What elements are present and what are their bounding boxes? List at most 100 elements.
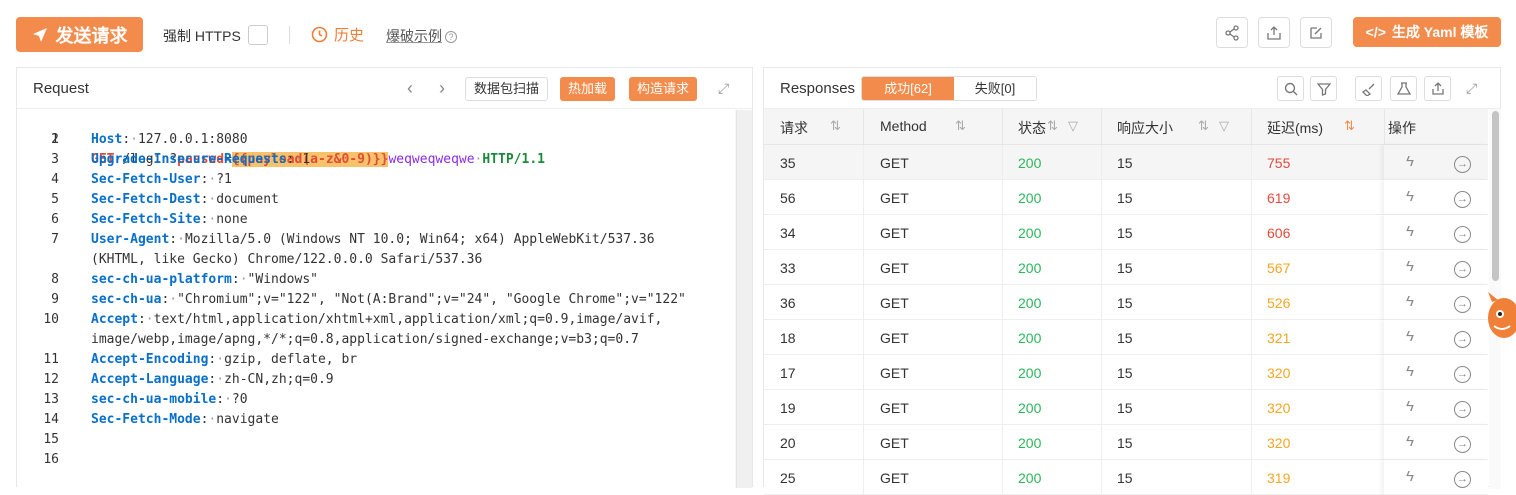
line-number: 15 bbox=[43, 432, 59, 447]
build-request-button[interactable]: 构造请求 bbox=[629, 77, 698, 101]
code-line-wrap: image/webp,image/apng,*/*;q=0.8,applicat… bbox=[17, 330, 735, 350]
lightning-icon[interactable]: ϟ bbox=[1406, 328, 1414, 345]
col-method[interactable]: Method bbox=[880, 118, 927, 134]
sort-icon[interactable]: ⇅ bbox=[1047, 118, 1058, 134]
search-button[interactable] bbox=[1277, 76, 1304, 101]
header-name: sec-ch-ua bbox=[91, 292, 162, 307]
sort-icon[interactable]: ⇅ bbox=[955, 118, 966, 134]
cell-divider bbox=[1002, 460, 1003, 495]
brute-example-link[interactable]: 爆破示例? bbox=[386, 26, 457, 46]
header-value: ?1 bbox=[216, 172, 232, 187]
arrow-circle-icon[interactable]: → bbox=[1454, 224, 1471, 243]
header-value-cont: (KHTML, like Gecko) Chrome/122.0.0.0 Saf… bbox=[91, 252, 483, 267]
arrow-circle-icon[interactable]: → bbox=[1454, 294, 1471, 313]
header-name: Sec-Fetch-Site bbox=[91, 212, 201, 227]
expand-icon[interactable]: ⤢ bbox=[718, 80, 729, 97]
table-row[interactable]: 33 GET 200 15 567 ϟ → bbox=[764, 250, 1488, 285]
col-request[interactable]: 请求 bbox=[780, 118, 808, 138]
lightning-icon[interactable]: ϟ bbox=[1406, 363, 1414, 380]
force-https-checkbox[interactable] bbox=[248, 25, 268, 45]
arrow-circle-icon[interactable]: → bbox=[1454, 154, 1471, 173]
table-row[interactable]: 36 GET 200 15 526 ϟ → bbox=[764, 285, 1488, 320]
arrow-circle-icon[interactable]: → bbox=[1454, 259, 1471, 278]
send-icon bbox=[32, 27, 47, 42]
arrow-circle-icon[interactable]: → bbox=[1454, 469, 1471, 488]
header-value: gzip, deflate, br bbox=[224, 352, 358, 367]
lightning-icon[interactable]: ϟ bbox=[1406, 223, 1414, 240]
table-row[interactable]: 25 GET 200 15 319 ϟ → bbox=[764, 460, 1488, 495]
cell-divider bbox=[1101, 145, 1102, 180]
cell-divider bbox=[1101, 355, 1102, 390]
code-line: 7 User-Agent:·Mozilla/5.0 (Windows NT 10.… bbox=[17, 230, 735, 250]
sort-active-icon[interactable]: ⇅ bbox=[1344, 118, 1355, 134]
code-area[interactable]: 1 GET·/login?passwd={{payload(a-z&0-9)}}… bbox=[17, 110, 735, 488]
broom-icon bbox=[1361, 83, 1374, 96]
line-number: 2 bbox=[51, 132, 59, 147]
arrow-circle-icon[interactable]: → bbox=[1454, 364, 1471, 383]
hot-load-button[interactable]: 热加载 bbox=[560, 77, 616, 101]
send-request-button[interactable]: 发送请求 bbox=[16, 17, 143, 52]
table-row[interactable]: 20 GET 200 15 320 ϟ → bbox=[764, 425, 1488, 460]
cell-request-id: 20 bbox=[780, 435, 796, 451]
next-arrow-icon[interactable]: › bbox=[439, 78, 445, 99]
arrow-circle-icon[interactable]: → bbox=[1454, 189, 1471, 208]
arrow-circle-icon[interactable]: → bbox=[1454, 399, 1471, 418]
packet-scan-button[interactable]: 数据包扫描 bbox=[465, 77, 549, 101]
table-row[interactable]: 18 GET 200 15 321 ϟ → bbox=[764, 320, 1488, 355]
clear-button[interactable] bbox=[1355, 76, 1382, 101]
edit-button[interactable] bbox=[1300, 17, 1332, 48]
help-icon: ? bbox=[445, 31, 457, 43]
table-row[interactable]: 56 GET 200 15 619 ϟ → bbox=[764, 180, 1488, 215]
col-actions: 操作 bbox=[1388, 120, 1416, 136]
prev-arrow-icon[interactable]: ‹ bbox=[407, 78, 413, 99]
cell-divider bbox=[1002, 215, 1003, 250]
header-line: sec-ch-ua-platform:·"Windows" bbox=[91, 272, 318, 287]
col-size[interactable]: 响应大小 bbox=[1117, 118, 1173, 138]
editor-scrollbar[interactable] bbox=[736, 110, 752, 488]
clock-icon bbox=[311, 26, 328, 43]
export-button[interactable] bbox=[1258, 17, 1290, 48]
lightning-icon[interactable]: ϟ bbox=[1406, 258, 1414, 275]
sort-icon[interactable]: ⇅ bbox=[1198, 118, 1209, 134]
lightning-icon[interactable]: ϟ bbox=[1406, 293, 1414, 310]
history-button[interactable]: 历史 bbox=[311, 24, 364, 45]
table-row[interactable]: 19 GET 200 15 320 ϟ → bbox=[764, 390, 1488, 425]
cell-size: 15 bbox=[1117, 400, 1133, 416]
request-editor[interactable]: 1 GET·/login?passwd={{payload(a-z&0-9)}}… bbox=[17, 110, 752, 488]
col-delay[interactable]: 延迟(ms) bbox=[1267, 118, 1323, 138]
cell-divider bbox=[1101, 390, 1102, 425]
arrow-circle-icon[interactable]: → bbox=[1454, 329, 1471, 348]
table-row[interactable]: 34 GET 200 15 606 ϟ → bbox=[764, 215, 1488, 250]
col-status[interactable]: 状态 bbox=[1018, 118, 1046, 138]
arrow-circle-icon[interactable]: → bbox=[1454, 434, 1471, 453]
sort-icon[interactable]: ⇅ bbox=[830, 118, 841, 134]
lightning-icon[interactable]: ϟ bbox=[1406, 468, 1414, 485]
filter-button[interactable] bbox=[1310, 76, 1337, 101]
cell-divider bbox=[1251, 250, 1252, 285]
tab-fail[interactable]: 失败[0] bbox=[954, 77, 1036, 100]
scroll-thumb[interactable] bbox=[1492, 111, 1499, 281]
filter-icon[interactable]: ▽ bbox=[1068, 118, 1078, 134]
request-panel: Request ‹ › 数据包扫描 热加载 构造请求 ⤢ 1 GET·/logi… bbox=[16, 67, 753, 488]
code-line: 14 Sec-Fetch-Mode:·navigate bbox=[17, 410, 735, 430]
code-line: 5 Sec-Fetch-Dest:·document bbox=[17, 190, 735, 210]
header-line: Accept:·text/html,application/xhtml+xml,… bbox=[91, 312, 663, 327]
filter-icon[interactable]: ▽ bbox=[1219, 118, 1229, 134]
table-row[interactable]: 35 GET 200 15 755 ϟ → bbox=[764, 145, 1488, 180]
lightning-icon[interactable]: ϟ bbox=[1406, 153, 1414, 170]
header-value: "Windows" bbox=[247, 272, 318, 287]
header-line: Accept-Encoding:·gzip, deflate, br bbox=[91, 352, 358, 367]
export-results-button[interactable] bbox=[1424, 76, 1451, 101]
lightning-icon[interactable]: ϟ bbox=[1406, 188, 1414, 205]
cell-request-id: 18 bbox=[780, 330, 796, 346]
share-button[interactable] bbox=[1216, 17, 1248, 48]
expand-icon[interactable]: ⤢ bbox=[1466, 80, 1477, 97]
table-row[interactable]: 17 GET 200 15 320 ϟ → bbox=[764, 355, 1488, 390]
lightning-icon[interactable]: ϟ bbox=[1406, 398, 1414, 415]
flask-icon bbox=[1396, 81, 1411, 95]
generate-yaml-button[interactable]: </> 生成 Yaml 模板 bbox=[1353, 17, 1501, 47]
tab-success[interactable]: 成功[62] bbox=[862, 77, 954, 100]
test-button[interactable] bbox=[1390, 76, 1417, 101]
lightning-icon[interactable]: ϟ bbox=[1406, 433, 1414, 450]
mascot-icon[interactable] bbox=[1480, 290, 1516, 346]
